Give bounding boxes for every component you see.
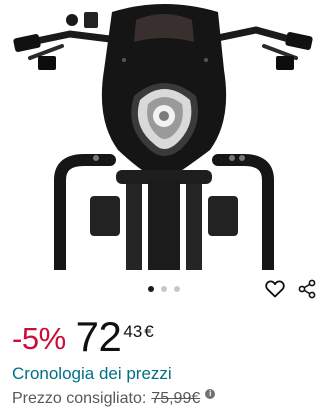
heart-outline-icon[interactable] (262, 276, 288, 302)
price-fraction: 43 (123, 322, 143, 341)
price-block: -5% 72 43 € (12, 313, 154, 361)
list-price-label: Prezzo consigliato: (12, 390, 147, 407)
carousel-dot-1[interactable] (148, 286, 154, 292)
list-price-row: Prezzo consigliato: 75,99€ i (12, 388, 216, 410)
carousel-dot-2[interactable] (161, 286, 167, 292)
motorcycle-fairing-photo (13, 4, 313, 270)
price-history-link[interactable]: Cronologia dei prezzi (12, 363, 172, 385)
list-price-value: 75,99€ (151, 390, 201, 407)
price-whole: 72 (75, 313, 122, 360)
product-image[interactable] (0, 0, 328, 270)
discount-percent: -5% (12, 321, 66, 356)
price-currency: € (144, 322, 154, 341)
info-icon[interactable]: i (205, 389, 216, 399)
share-icon[interactable] (294, 276, 320, 302)
carousel-dot-3[interactable] (174, 286, 180, 292)
